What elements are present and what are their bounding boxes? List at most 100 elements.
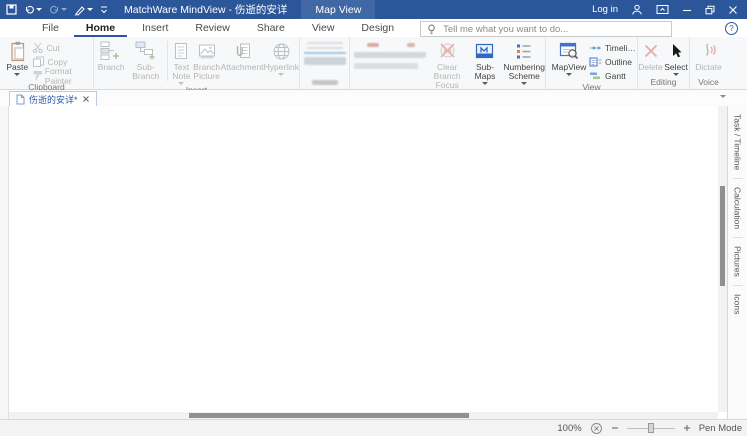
text-note-button: Text Note <box>170 39 193 85</box>
horizontal-scrollbar[interactable] <box>9 412 718 419</box>
dropdown-icon <box>36 8 42 11</box>
sub-branch-button: Sub-Branch <box>126 39 165 81</box>
cut-icon <box>32 42 44 53</box>
redacted-content <box>354 63 418 69</box>
delete-label: Delete <box>638 63 663 72</box>
close-icon[interactable] <box>728 5 738 15</box>
sidetab-calculation[interactable]: Calculation <box>733 178 743 237</box>
attachment-label: Attachment <box>221 63 264 72</box>
tab-strip-dropdown-icon[interactable] <box>720 95 726 98</box>
clear-branch-focus-label: Clear Branch Focus <box>428 63 467 90</box>
ribbon-display-options-icon[interactable] <box>656 4 669 15</box>
tab-file[interactable]: File <box>30 19 71 37</box>
login-person-icon[interactable] <box>631 4 643 15</box>
gantt-icon <box>589 71 602 81</box>
document-tab[interactable]: 伤逝的安详* <box>9 91 97 107</box>
save-icon <box>6 4 17 15</box>
document-tab-strip: 伤逝的安详* <box>0 90 747 106</box>
tab-insert[interactable]: Insert <box>130 19 180 37</box>
text-note-label: Text Note <box>170 63 193 81</box>
view-mode-tab[interactable]: Map View <box>301 0 375 19</box>
insert-group: Branch Sub-Branch <box>94 37 300 89</box>
cut-label: Cut <box>47 43 60 53</box>
restore-icon[interactable] <box>705 5 715 15</box>
editing-group: Delete Select Editing <box>638 37 690 89</box>
pen-mode-label[interactable]: Pen Mode <box>699 423 742 434</box>
left-gutter <box>0 106 9 419</box>
customize-qat-button[interactable] <box>100 5 108 14</box>
undo-button[interactable] <box>24 5 42 15</box>
window-title: MatchWare MindView - 伤逝的安详 <box>124 2 287 17</box>
login-link[interactable]: Log in <box>592 4 618 15</box>
right-side-panel: Task / Timeline Calculation Pictures Ico… <box>727 106 747 420</box>
branch-picture-button: Branch Picture <box>193 39 221 81</box>
branch-picture-label: Branch Picture <box>193 63 221 81</box>
minimize-icon[interactable] <box>682 5 692 15</box>
numbering-scheme-button[interactable]: Numbering Scheme <box>503 39 545 85</box>
sidetab-pictures[interactable]: Pictures <box>733 237 743 285</box>
redacted-content <box>367 43 379 47</box>
paste-label: Paste <box>6 63 28 72</box>
clear-branch-focus-icon <box>438 40 457 62</box>
sidetab-task-timeline[interactable]: Task / Timeline <box>733 106 743 178</box>
timeline-button[interactable]: Timeli… <box>589 41 636 54</box>
ribbon-home: Paste Cut <box>0 37 747 90</box>
select-icon <box>669 40 683 62</box>
tab-share[interactable]: Share <box>245 19 297 37</box>
redacted-content <box>304 52 346 54</box>
sub-maps-button[interactable]: Sub-Maps <box>467 39 504 85</box>
dropdown-icon <box>482 82 488 85</box>
tab-design[interactable]: Design <box>349 19 406 37</box>
paste-button[interactable]: Paste <box>3 39 32 76</box>
vertical-scrollbar[interactable] <box>718 106 727 412</box>
tab-home[interactable]: Home <box>74 19 127 37</box>
tab-review[interactable]: Review <box>183 19 241 37</box>
tell-me-box[interactable] <box>420 21 672 37</box>
timeline-label: Timeli… <box>605 43 636 53</box>
zoom-fit-icon[interactable] <box>590 422 603 435</box>
gantt-button[interactable]: Gantt <box>589 69 636 82</box>
sidetab-icons[interactable]: Icons <box>733 285 743 322</box>
redo-button <box>49 5 67 15</box>
branch-picture-icon <box>198 40 216 62</box>
numbering-scheme-icon <box>515 40 533 62</box>
horizontal-scrollbar-thumb[interactable] <box>189 413 469 418</box>
select-button[interactable]: Select <box>663 39 689 76</box>
dictate-button: Dictate <box>693 39 725 72</box>
sub-branch-label: Sub-Branch <box>126 63 165 81</box>
zoom-in-icon[interactable] <box>683 424 691 432</box>
qat-menu-icon <box>100 5 108 14</box>
dropdown-icon <box>566 73 572 76</box>
tab-close-icon[interactable] <box>82 95 90 103</box>
redacted-content <box>354 52 426 58</box>
help-icon[interactable]: ? <box>725 22 738 35</box>
document-tab-title: 伤逝的安详* <box>29 93 78 106</box>
vertical-scrollbar-thumb[interactable] <box>720 186 725 286</box>
mapview-button[interactable]: MapView <box>549 39 589 76</box>
dictate-label: Dictate <box>695 63 721 72</box>
format-painter-button: Format Painter <box>32 69 94 82</box>
redacted-label <box>312 80 338 85</box>
zoom-level: 100% <box>557 423 581 434</box>
quick-access-toolbar <box>6 4 108 16</box>
redacted-gallery-group <box>300 37 350 89</box>
clear-branch-focus-button: Clear Branch Focus <box>428 39 467 90</box>
clipboard-group: Paste Cut <box>0 37 94 89</box>
undo-icon <box>24 5 35 15</box>
tell-me-input[interactable] <box>441 23 665 36</box>
zoom-slider[interactable] <box>627 422 675 434</box>
zoom-slider-thumb[interactable] <box>648 423 654 433</box>
view-group: MapView Timeli… <box>546 37 638 89</box>
pen-mode-button[interactable] <box>74 4 93 16</box>
copy-icon <box>32 56 45 67</box>
detail-group: Clear Branch Focus Sub-Maps <box>350 37 546 89</box>
save-button[interactable] <box>6 4 17 15</box>
attachment-icon <box>234 40 251 62</box>
numbering-scheme-label: Numbering Scheme <box>503 63 545 81</box>
zoom-out-icon[interactable] <box>611 424 619 432</box>
paste-icon <box>9 40 26 62</box>
tab-view[interactable]: View <box>300 19 347 37</box>
outline-button[interactable]: Outline <box>589 55 636 68</box>
map-canvas[interactable] <box>9 106 718 412</box>
gantt-label: Gantt <box>605 71 626 81</box>
